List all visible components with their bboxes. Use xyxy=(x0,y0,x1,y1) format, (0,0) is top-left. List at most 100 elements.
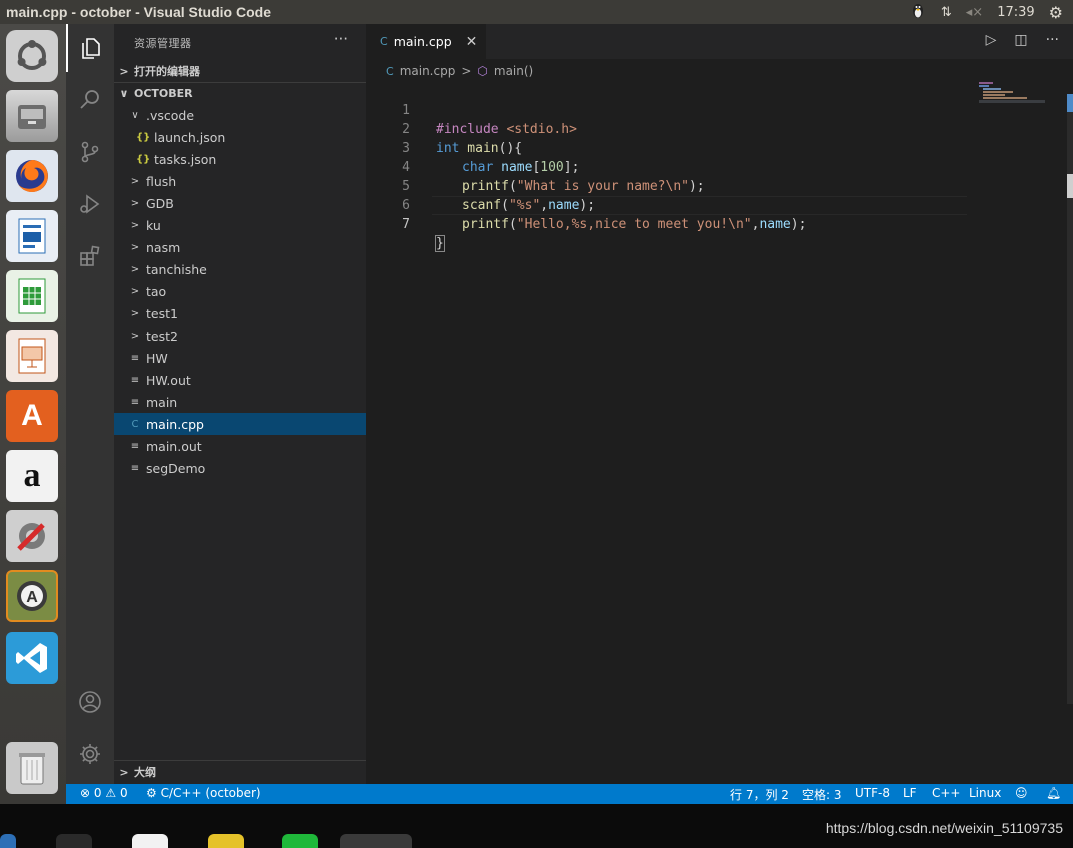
json-file-icon: {} xyxy=(136,131,151,143)
updown-arrows-icon[interactable]: ⇅ xyxy=(941,5,952,20)
vscode-icon[interactable] xyxy=(6,632,58,684)
explorer-title: 资源管理器 xyxy=(134,37,192,50)
svg-text:A: A xyxy=(26,589,38,606)
code-line: 1 #include <stdio.h> xyxy=(366,82,966,137)
tree-item-gdb[interactable]: > GDB xyxy=(114,192,366,214)
editor-area: C main.cpp ✕ ▷ ◫ ··· C main.cpp > ⬡ main… xyxy=(366,24,1073,784)
status-bar: ⊗ 0 ⚠ 0 ⚙ C/C++ (october) 行 7，列 2 空格: 3 … xyxy=(66,784,1073,804)
tree-item-label: ku xyxy=(146,218,161,233)
breadcrumb-symbol[interactable]: main() xyxy=(494,64,533,78)
volume-mute-icon[interactable]: ◂× xyxy=(966,5,983,20)
tree-item-segdemo[interactable]: ≡ segDemo xyxy=(114,458,366,480)
minimap[interactable] xyxy=(979,82,1045,104)
more-actions-icon[interactable]: ··· xyxy=(1046,32,1059,48)
calc-icon[interactable] xyxy=(6,270,58,322)
vertical-scrollbar[interactable] xyxy=(1067,94,1073,704)
tree-item-main[interactable]: ≡ main xyxy=(114,391,366,413)
notifications-bell-icon[interactable]: 🔔︎ xyxy=(1046,786,1061,800)
extensions-icon[interactable] xyxy=(66,232,114,280)
taskbar-app-icon[interactable] xyxy=(132,834,168,848)
trash-icon[interactable] xyxy=(6,742,58,794)
indentation[interactable]: 空格: 3 xyxy=(802,786,842,803)
error-icon: ⊗ xyxy=(80,786,91,800)
updater-icon[interactable]: A xyxy=(6,570,58,622)
code-line: 6 printf("Hello,%s,nice to meet you!\n",… xyxy=(366,177,966,232)
tree-item-nasm[interactable]: > nasm xyxy=(114,237,366,259)
ubuntu-icon[interactable] xyxy=(6,30,58,82)
tree-item-ku[interactable]: > ku xyxy=(114,215,366,237)
breadcrumb-file[interactable]: main.cpp xyxy=(400,64,456,78)
account-icon[interactable] xyxy=(66,678,114,726)
cpp-file-icon: C xyxy=(131,418,139,430)
tree-item-label: HW.out xyxy=(146,372,191,388)
more-actions-icon[interactable]: ··· xyxy=(334,30,348,48)
tree-item-main-cpp[interactable]: Cmain.cpp xyxy=(114,413,366,436)
line-ending[interactable]: LF xyxy=(903,786,917,800)
taskbar-app-icon[interactable] xyxy=(340,834,412,848)
encoding[interactable]: UTF-8 xyxy=(855,786,890,800)
tree-item-test2[interactable]: > test2 xyxy=(114,325,366,347)
cpp-file-icon: C xyxy=(386,64,394,78)
writer-icon[interactable] xyxy=(6,210,58,262)
outline-section[interactable]: > 大纲 xyxy=(114,761,366,783)
folder-section[interactable]: ∨ OCTOBER xyxy=(114,82,366,104)
source-control-icon[interactable] xyxy=(66,128,114,176)
gear-icon[interactable]: ⚙ xyxy=(1049,3,1063,22)
tree-item-tao[interactable]: > tao xyxy=(114,281,366,303)
settings-tools-icon[interactable] xyxy=(6,510,58,562)
taskbar-app-icon[interactable] xyxy=(56,834,92,848)
clock[interactable]: 17:39 xyxy=(997,5,1034,20)
os-status[interactable]: Linux xyxy=(969,786,1001,800)
close-icon[interactable]: ✕ xyxy=(466,34,478,50)
outline-label: 大纲 xyxy=(134,766,156,779)
tree-item-launch-json[interactable]: {} launch.json xyxy=(114,126,366,148)
tree-item-label: nasm xyxy=(146,240,181,256)
tab-bar: C main.cpp ✕ ▷ ◫ ··· xyxy=(366,24,1073,59)
chevron-right-icon: > xyxy=(130,220,140,231)
problems-status[interactable]: ⊗ 0 ⚠ 0 xyxy=(80,786,128,800)
chevron-down-icon: ∨ xyxy=(131,109,139,121)
tree-item-label: test2 xyxy=(146,328,178,344)
tree-item-test1[interactable]: > test1 xyxy=(114,303,366,325)
run-icon[interactable]: ▷ xyxy=(986,32,997,48)
amazon-icon[interactable]: a xyxy=(6,450,58,502)
split-editor-icon[interactable]: ◫ xyxy=(1014,32,1027,48)
json-file-icon: {} xyxy=(136,153,151,165)
tree-item-main-out[interactable]: ≡ main.out xyxy=(114,436,366,458)
open-editors-label: 打开的编辑器 xyxy=(134,65,200,78)
explorer-icon[interactable] xyxy=(66,24,114,72)
open-editors-section[interactable]: > 打开的编辑器 xyxy=(114,60,366,82)
search-icon[interactable] xyxy=(66,76,114,124)
tree-item-label: tao xyxy=(146,284,167,300)
warning-icon: ⚠ xyxy=(105,786,117,800)
impress-icon[interactable] xyxy=(6,330,58,382)
file-icon: ≡ xyxy=(130,374,140,386)
run-debug-icon[interactable] xyxy=(66,180,114,228)
firefox-icon[interactable] xyxy=(6,150,58,202)
taskbar-app-icon[interactable] xyxy=(0,834,16,848)
cursor-position[interactable]: 行 7，列 2 xyxy=(730,786,789,803)
line-number: 7 xyxy=(402,217,410,232)
manage-gear-icon[interactable] xyxy=(66,730,114,778)
code-line: 5 scanf("%s",name); xyxy=(366,158,966,213)
tux-icon[interactable] xyxy=(909,1,927,23)
breadcrumb: C main.cpp > ⬡ main() xyxy=(386,62,533,80)
chevron-right-icon: > xyxy=(130,264,140,276)
feedback-icon[interactable]: ☺ xyxy=(1015,786,1028,800)
chevron-right-icon: > xyxy=(130,330,140,342)
tree-item--vscode[interactable]: ∨ .vscode xyxy=(114,104,366,126)
taskbar-app-icon[interactable] xyxy=(208,834,244,848)
language-mode[interactable]: C++ xyxy=(932,786,961,800)
software-center-icon[interactable]: A xyxy=(6,390,58,442)
tree-item-tasks-json[interactable]: {} tasks.json xyxy=(114,148,366,170)
tree-item-tanchishe[interactable]: > tanchishe xyxy=(114,259,366,281)
tree-item-label: main xyxy=(146,394,178,410)
taskbar-app-icon[interactable] xyxy=(282,834,318,848)
cpp-config-status[interactable]: ⚙ C/C++ (october) xyxy=(146,786,261,800)
files-icon[interactable] xyxy=(6,90,58,142)
tree-item-hw-out[interactable]: ≡ HW.out xyxy=(114,369,366,391)
tree-item-flush[interactable]: > flush xyxy=(114,170,366,192)
tab-main-cpp[interactable]: C main.cpp ✕ xyxy=(366,24,486,59)
tree-item-hw[interactable]: ≡ HW xyxy=(114,347,366,369)
tree-item-label: flush xyxy=(146,173,177,189)
